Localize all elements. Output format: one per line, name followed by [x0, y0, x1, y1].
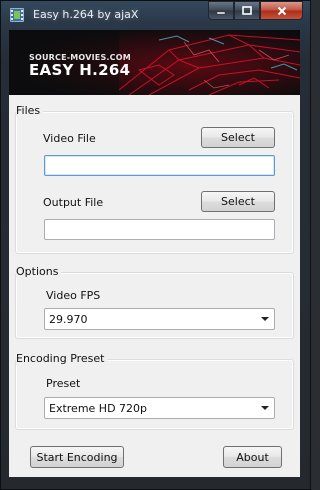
title-bar[interactable]: Easy h.264 by ajaX	[1, 1, 310, 29]
preset-label: Preset	[46, 377, 81, 390]
close-icon	[277, 6, 286, 15]
app-window: Easy h.264 by ajaX SOURCE-MOVIES.COM EAS…	[0, 0, 311, 490]
chevron-down-icon	[261, 317, 269, 321]
files-group-label: Files	[16, 104, 44, 117]
close-button[interactable]	[260, 1, 303, 20]
options-group-label: Options	[16, 265, 62, 278]
output-file-label: Output File	[43, 196, 104, 209]
start-encoding-button[interactable]: Start Encoding	[30, 446, 124, 468]
caption-buttons	[208, 1, 303, 21]
files-group: Files Video File Select Output File Sele…	[15, 104, 294, 254]
maximize-icon	[242, 5, 252, 15]
fps-label: Video FPS	[46, 289, 101, 302]
output-file-input[interactable]	[44, 219, 275, 240]
fps-dropdown[interactable]: 29.970	[44, 308, 275, 330]
preset-dropdown[interactable]: Extreme HD 720p	[44, 397, 275, 419]
preset-value: Extreme HD 720p	[49, 402, 148, 415]
video-select-button[interactable]: Select	[201, 127, 275, 148]
header-banner: SOURCE-MOVIES.COM EASY H.264	[9, 30, 300, 95]
minimize-button[interactable]	[208, 1, 234, 20]
banner-title: EASY H.264	[29, 61, 131, 79]
minimize-icon	[216, 11, 226, 14]
film-strip-icon	[10, 8, 24, 22]
maximize-button[interactable]	[234, 1, 260, 20]
options-group: Options Video FPS 29.970	[15, 265, 294, 339]
video-file-label: Video File	[43, 132, 96, 145]
main-panel: Files Video File Select Output File Sele…	[9, 95, 300, 477]
output-select-button[interactable]: Select	[201, 191, 275, 212]
encoding-preset-group: Encoding Preset Preset Extreme HD 720p	[15, 352, 294, 430]
chevron-down-icon	[261, 406, 269, 410]
about-button[interactable]: About	[223, 446, 282, 468]
encoding-group-label: Encoding Preset	[16, 352, 108, 365]
video-file-input[interactable]	[44, 155, 275, 176]
window-title: Easy h.264 by ajaX	[33, 8, 139, 21]
fps-value: 29.970	[49, 313, 88, 326]
